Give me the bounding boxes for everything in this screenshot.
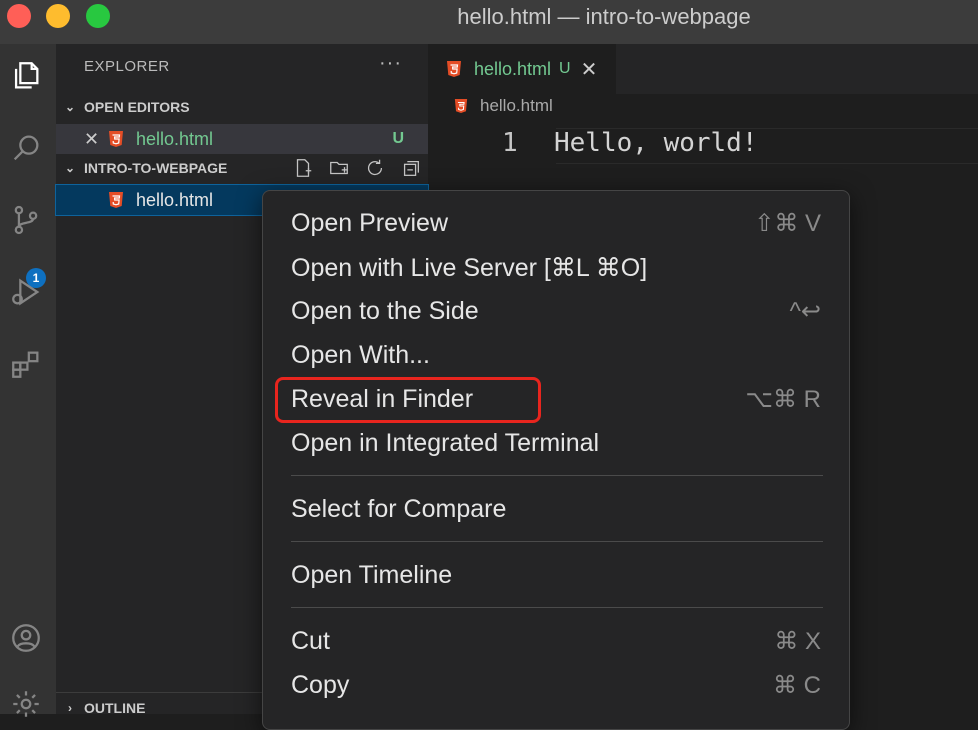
tab-label: hello.html bbox=[474, 58, 552, 79]
menu-item-shortcut: ⌘ C bbox=[773, 672, 821, 699]
run-debug-icon[interactable] bbox=[6, 272, 46, 312]
tab-hello-html[interactable]: hello.html U ✕ bbox=[428, 44, 616, 94]
open-editor-item[interactable]: ✕ hello.html U bbox=[56, 124, 428, 154]
file-tree-label: hello.html bbox=[136, 189, 214, 210]
menu-separator bbox=[291, 607, 823, 608]
explorer-title: EXPLORER bbox=[84, 58, 170, 75]
menu-item-label: Cut bbox=[291, 627, 330, 655]
breadcrumb-file: hello.html bbox=[480, 96, 553, 115]
account-icon[interactable] bbox=[6, 618, 46, 658]
html5-icon bbox=[454, 99, 468, 113]
new-folder-icon[interactable] bbox=[328, 157, 350, 179]
explorer-icon[interactable] bbox=[6, 56, 46, 96]
code-line[interactable]: 1 Hello, world! bbox=[428, 128, 978, 162]
menu-item-label: Open Timeline bbox=[291, 561, 453, 589]
folder-label: INTRO-TO-WEBPAGE bbox=[84, 160, 228, 176]
new-file-icon[interactable] bbox=[292, 157, 314, 179]
open-editors-label: OPEN EDITORS bbox=[84, 99, 190, 115]
close-icon[interactable]: ✕ bbox=[84, 129, 99, 150]
highlight-annotation-box bbox=[275, 377, 541, 423]
title-bar: hello.html — intro-to-webpage bbox=[0, 0, 978, 44]
chevron-right-icon: › bbox=[68, 701, 72, 715]
menu-separator bbox=[291, 541, 823, 542]
more-actions-button[interactable]: ··· bbox=[379, 52, 402, 75]
menu-item-label: Open Preview bbox=[291, 209, 449, 237]
search-icon[interactable] bbox=[6, 128, 46, 168]
untracked-badge: U bbox=[392, 130, 404, 147]
menu-item-open-integrated-terminal[interactable]: Open in Integrated Terminal bbox=[291, 423, 821, 463]
menu-item-label: Open With... bbox=[291, 341, 430, 369]
settings-gear-icon[interactable] bbox=[6, 684, 46, 724]
menu-item-shortcut: ⌘ X bbox=[774, 628, 821, 655]
menu-item-label: Open in Integrated Terminal bbox=[291, 429, 600, 457]
extensions-icon[interactable] bbox=[6, 344, 46, 384]
activity-bar: 1 bbox=[0, 44, 56, 717]
line-text[interactable]: Hello, world! bbox=[554, 128, 758, 158]
menu-item-shortcut: ⌥⌘ R bbox=[745, 386, 821, 413]
tab-untracked-badge: U bbox=[559, 60, 571, 77]
menu-item-copy[interactable]: Copy ⌘ C bbox=[291, 665, 821, 705]
menu-item-open-to-side[interactable]: Open to the Side ^↩ bbox=[291, 291, 821, 331]
menu-item-label: Select for Compare bbox=[291, 495, 507, 523]
menu-item-shortcut: ⇧⌘ V bbox=[754, 210, 821, 237]
chevron-down-icon: ⌄ bbox=[64, 161, 76, 175]
folder-header[interactable]: ⌄ INTRO-TO-WEBPAGE bbox=[56, 155, 428, 181]
open-editors-header[interactable]: ⌄ OPEN EDITORS bbox=[56, 94, 428, 120]
menu-separator bbox=[291, 475, 823, 476]
menu-item-open-live-server[interactable]: Open with Live Server [⌘L ⌘O] bbox=[291, 247, 821, 287]
context-menu: Open Preview ⇧⌘ V Open with Live Server … bbox=[262, 190, 850, 730]
window-title: hello.html — intro-to-webpage bbox=[457, 4, 751, 29]
tab-close-icon[interactable]: ✕ bbox=[581, 57, 598, 82]
menu-item-label: Copy bbox=[291, 671, 350, 699]
editor-tab-bar: hello.html U ✕ bbox=[428, 44, 978, 94]
menu-item-label: Open with Live Server [⌘L ⌘O] bbox=[291, 254, 648, 282]
menu-item-open-preview[interactable]: Open Preview ⇧⌘ V bbox=[291, 203, 821, 243]
menu-item-open-timeline[interactable]: Open Timeline bbox=[291, 555, 821, 595]
html5-icon bbox=[109, 131, 123, 147]
open-editor-label: hello.html bbox=[136, 128, 214, 149]
menu-item-label: Open to the Side bbox=[291, 297, 479, 325]
menu-item-open-with[interactable]: Open With... bbox=[291, 335, 821, 375]
menu-item-shortcut: ^↩ bbox=[789, 298, 821, 325]
collapse-all-icon[interactable] bbox=[400, 157, 422, 179]
line-number: 1 bbox=[502, 128, 518, 158]
source-control-icon[interactable] bbox=[6, 200, 46, 240]
menu-item-select-for-compare[interactable]: Select for Compare bbox=[291, 489, 821, 529]
refresh-icon[interactable] bbox=[364, 157, 386, 179]
chevron-down-icon: ⌄ bbox=[64, 100, 76, 114]
menu-item-cut[interactable]: Cut ⌘ X bbox=[291, 621, 821, 661]
html5-icon bbox=[447, 61, 461, 77]
breadcrumb[interactable]: hello.html bbox=[454, 96, 553, 116]
html5-icon bbox=[109, 192, 123, 208]
